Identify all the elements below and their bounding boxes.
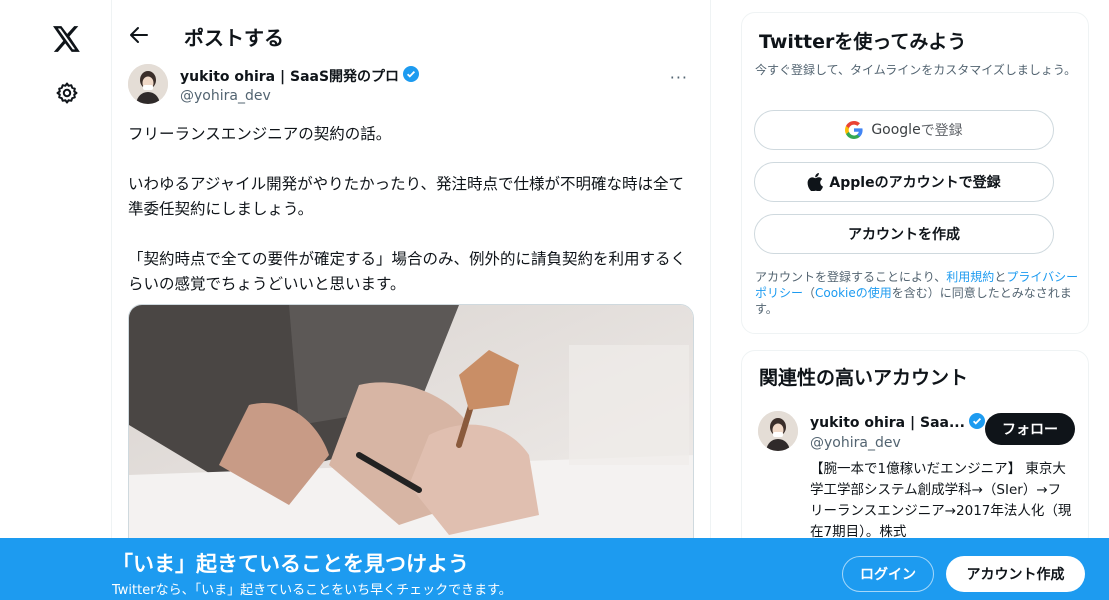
signup-subtitle: 今すぐ登録して、タイムラインをカスタマイズしましょう。 [755,63,1077,77]
tweet-author-row: yukito ohira | SaaS開発のプロ @yohira_dev ··· [128,64,694,108]
login-button[interactable]: ログイン [842,556,934,592]
apple-signup-button[interactable]: Appleのアカウントで登録 [754,162,1054,202]
related-accounts-card: 関連性の高いアカウント yukito ohira | Saa... @yohir… [741,350,1089,550]
terms-text: アカウントを登録することにより、利用規約とプライバシーポリシー（Cookieの使… [755,269,1081,317]
apple-icon [807,173,824,191]
signup-card-title: Twitterを使ってみよう [759,31,967,53]
terms-paren: （ [803,286,816,300]
related-account-handle[interactable]: @yohira_dev [810,435,901,451]
banner-subtitle: Twitterなら、「いま」起きていることをいち早くチェックできます。 [112,583,512,598]
right-sidebar: Twitterを使ってみよう 今すぐ登録して、タイムラインをカスタマイズしましょ… [741,0,1091,600]
related-name-text: yukito ohira | Saa... [810,415,965,431]
google-brand-text: Google [871,122,921,138]
terms-prefix: アカウントを登録することにより、 [755,270,947,284]
left-nav [0,0,112,600]
google-suffix-text: で登録 [920,123,963,139]
terms-of-service-link[interactable]: 利用規約 [946,270,994,284]
create-account-label: アカウントを作成 [848,227,960,243]
settings-gear-icon[interactable] [48,74,86,112]
tweet-author-handle[interactable]: @yohira_dev [180,88,271,104]
related-account-name[interactable]: yukito ohira | Saa... [810,413,985,433]
cookie-use-link[interactable]: Cookieの使用 [815,286,892,300]
related-account-bio: 【腕一本で1億稼いだエンジニア】 東京大学工学部システム創成学科→（SIer）→… [810,461,1072,540]
signup-card: Twitterを使ってみよう 今すぐ登録して、タイムラインをカスタマイズしましょ… [741,12,1089,334]
main-column: ポストする yukito ohira | SaaS開発のプロ @yohira_d… [112,0,711,600]
create-account-button[interactable]: アカウントを作成 [754,214,1054,254]
related-accounts-title: 関連性の高いアカウント [759,367,969,389]
avatar[interactable] [128,64,168,104]
tweet-text: フリーランスエンジニアの契約の話。 いわゆるアジャイル開発がやりたかったり、発注… [128,125,687,293]
terms-and: と [994,270,1007,284]
follow-button[interactable]: フォロー [985,413,1075,445]
page-header: ポストする [112,18,710,54]
verified-badge-icon [968,413,985,433]
tweet-author-name[interactable]: yukito ohira | SaaS開発のプロ [180,66,420,86]
more-options-icon[interactable]: ··· [670,68,688,87]
page-title: ポストする [184,26,284,50]
author-name-text: yukito ohira | SaaS開発のプロ [180,69,400,85]
signup-button[interactable]: アカウント作成 [946,556,1085,592]
x-logo-icon[interactable] [48,20,86,58]
bottom-signup-banner: 「いま」起きていることを見つけよう Twitterなら、「いま」起きていることを… [0,538,1109,600]
banner-title: 「いま」起きていることを見つけよう [112,552,469,576]
back-arrow-icon[interactable] [128,24,150,46]
google-signup-button[interactable]: Google で登録 [754,110,1054,150]
verified-badge-icon [403,66,420,86]
google-g-icon [845,121,863,139]
apple-signup-label: Appleのアカウントで登録 [829,175,1001,191]
tweet-image[interactable] [128,304,694,554]
related-avatar[interactable] [758,411,798,451]
